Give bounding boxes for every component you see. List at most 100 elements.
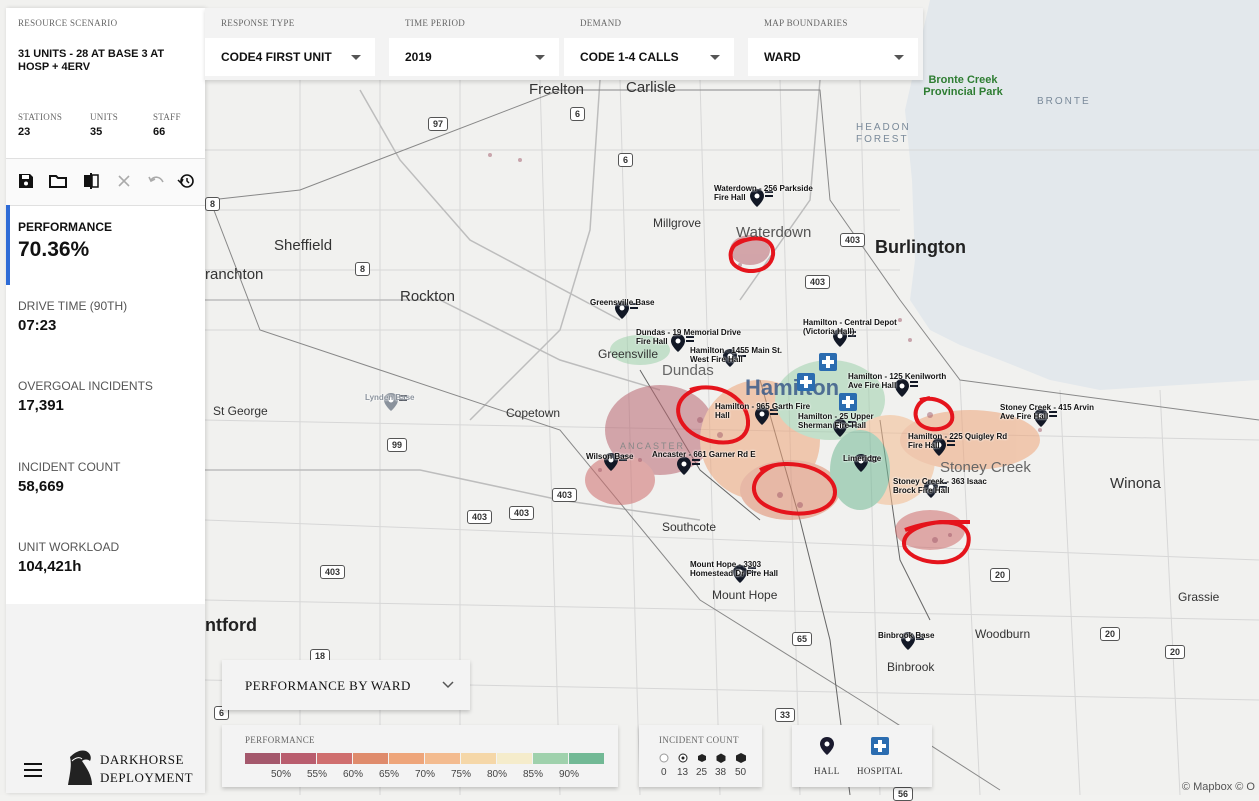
filter-map-boundaries: MAP BOUNDARIES WARD [748, 8, 918, 80]
place-label: St George [213, 404, 268, 418]
place-label: Copetown [506, 406, 561, 420]
legend-ticks: 50% 55% 60% 65% 70% 75% 80% 85% 90% [245, 769, 625, 781]
legend-hospital: HOSPITAL [857, 737, 903, 776]
place-label: Millgrove [653, 216, 702, 230]
metric-unit-workload[interactable]: UNIT WORKLOAD 104,421h [18, 540, 119, 575]
filter-value: 2019 [405, 50, 432, 64]
demand-select[interactable]: CODE 1-4 CALLS [564, 38, 734, 76]
tick-label: 80% [487, 769, 508, 780]
filter-response-type: RESPONSE TYPE CODE4 FIRST UNIT [205, 8, 375, 80]
compare-icon[interactable] [81, 171, 101, 191]
filter-label: MAP BOUNDARIES [764, 18, 848, 28]
metric-value: 17,391 [18, 397, 64, 414]
highway-shield: 65 [792, 632, 813, 646]
unit-count-bar [692, 459, 700, 465]
highway-shield: 8 [355, 262, 371, 276]
filter-demand: DEMAND CODE 1-4 CALLS [564, 8, 734, 80]
legend-label: HOSPITAL [857, 766, 903, 776]
place-label: Binbrook [887, 660, 935, 674]
metric-label: INCIDENT COUNT [18, 460, 121, 474]
highway-shield: 99 [387, 438, 408, 452]
place-label: Stoney Creek [940, 459, 1031, 476]
legend-swatch [389, 753, 424, 764]
metric-overgoal[interactable]: OVERGOAL INCIDENTS 17,391 [18, 379, 153, 414]
station-label: Hamilton - 125 Kenilworth Ave Fire Hall [848, 372, 947, 390]
place-label: Sheffield [274, 237, 333, 254]
place-label: Rockton [400, 288, 456, 305]
highway-shield: 97 [428, 117, 449, 131]
menu-icon[interactable] [24, 763, 42, 777]
active-metric-indicator [6, 205, 10, 285]
place-label: Greensville [598, 347, 659, 361]
incident-ticks: 0 13 25 38 50 [659, 767, 759, 779]
time-period-select[interactable]: 2019 [389, 38, 559, 76]
tick-label: 65% [379, 769, 400, 780]
undo-icon[interactable] [146, 171, 166, 191]
stat-label: STATIONS [18, 112, 63, 122]
stat-units: UNITS 35 [90, 112, 118, 138]
folder-icon[interactable] [48, 171, 68, 191]
place-label: Freelton [529, 81, 585, 98]
stat-staff: STAFF 66 [153, 112, 181, 138]
filter-label: RESPONSE TYPE [221, 18, 295, 28]
map-boundaries-select[interactable]: WARD [748, 38, 918, 76]
hospital-icon [870, 737, 889, 755]
highway-shield: 20 [990, 568, 1011, 582]
tick-label: 38 [715, 767, 727, 778]
station-label: Mount Hope - 3303 Homestead Dr Fire Hall [690, 560, 779, 578]
stat-value: 35 [90, 126, 103, 138]
performance-by-ward-dropdown[interactable]: PERFORMANCE BY WARD [222, 660, 470, 710]
hospital-marker[interactable] [819, 353, 837, 376]
caret-down-icon [351, 55, 361, 60]
highway-shield: 20 [1100, 627, 1121, 641]
brand-line1: DARKHORSE [100, 752, 184, 767]
place-label: ntford [205, 615, 257, 635]
hospital-marker[interactable] [839, 393, 857, 416]
station-marker[interactable] [677, 457, 700, 480]
tick-label: 70% [415, 769, 436, 780]
tick-label: 25 [696, 767, 708, 778]
legend-swatch [353, 753, 388, 764]
metric-value: 104,421h [18, 558, 82, 575]
filter-label: DEMAND [580, 18, 622, 28]
scenario-panel: RESOURCE SCENARIO 31 UNITS - 28 AT BASE … [6, 8, 205, 604]
place-label: Southcote [662, 520, 717, 534]
map-pin-icon [677, 457, 691, 475]
metric-drive-time[interactable]: DRIVE TIME (90TH) 07:23 [18, 299, 127, 334]
filter-value: WARD [764, 50, 801, 64]
caret-down-icon [710, 55, 720, 60]
save-icon[interactable] [16, 171, 36, 191]
legend-swatch [533, 753, 568, 764]
metric-incident-count[interactable]: INCIDENT COUNT 58,669 [18, 460, 120, 495]
tick-label: 90% [559, 769, 580, 780]
scenario-value[interactable]: 31 UNITS - 28 AT BASE 3 AT HOSP + 4ERV [18, 48, 198, 74]
legend-swatch [317, 753, 352, 764]
station-type-legend: HALL HOSPITAL [792, 725, 932, 787]
place-label: Burlington [875, 237, 966, 257]
metric-label: DRIVE TIME (90TH) [18, 299, 128, 313]
metric-value: 07:23 [18, 317, 57, 334]
highway-shield: 403 [467, 510, 493, 524]
close-icon[interactable] [114, 171, 134, 191]
map-attribution[interactable]: © Mapbox © O [1182, 781, 1255, 793]
history-icon[interactable] [176, 171, 196, 191]
place-label: ranchton [205, 266, 264, 283]
tick-label: 13 [677, 767, 689, 778]
highway-shield: 33 [775, 708, 796, 722]
horse-logo-icon [62, 747, 96, 787]
legend-swatch [245, 753, 280, 764]
tick-label: 50% [271, 769, 292, 780]
legend-label: HALL [814, 766, 840, 776]
performance-legend: PERFORMANCE 50% 55% 60% 65% 70% 75% 80% 85% 90% [222, 725, 618, 787]
hospital-icon [839, 393, 857, 411]
station-label: Ancaster - 661 Garner Rd E [652, 450, 756, 459]
tick-label: 0 [661, 767, 667, 778]
hospital-icon [819, 353, 837, 371]
response-type-select[interactable]: CODE4 FIRST UNIT [205, 38, 375, 76]
highway-shield: 20 [1165, 645, 1186, 659]
place-label: Waterdown [736, 224, 812, 241]
hospital-marker[interactable] [797, 373, 815, 396]
metric-value: 58,669 [18, 478, 64, 495]
metric-performance[interactable]: PERFORMANCE 70.36% [18, 220, 112, 262]
left-panel: RESOURCE SCENARIO 31 UNITS - 28 AT BASE … [6, 8, 205, 793]
